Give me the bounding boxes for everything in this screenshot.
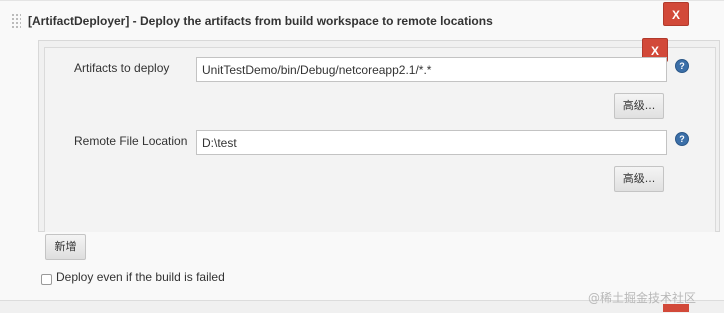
remote-file-location-input[interactable] bbox=[196, 130, 667, 155]
add-button[interactable]: 新增 bbox=[45, 234, 86, 260]
artifacts-to-deploy-label: Artifacts to deploy bbox=[74, 61, 170, 75]
advanced-button[interactable]: 高级... bbox=[614, 93, 664, 119]
remote-file-location-label: Remote File Location bbox=[74, 134, 188, 148]
deploy-on-failure-checkbox[interactable] bbox=[41, 274, 52, 285]
watermark-text: @稀土掘金技术社区 bbox=[588, 291, 697, 305]
help-icon[interactable]: ? bbox=[675, 59, 689, 73]
drag-handle-icon[interactable] bbox=[11, 13, 21, 29]
advanced-button[interactable]: 高级... bbox=[614, 166, 664, 192]
deploy-on-failure-label: Deploy even if the build is failed bbox=[56, 270, 225, 284]
artifact-deployer-section: [ArtifactDeployer] - Deploy the artifact… bbox=[0, 0, 724, 313]
delete-builder-button[interactable]: X bbox=[663, 2, 689, 26]
artifacts-to-deploy-input[interactable] bbox=[196, 57, 667, 82]
section-title: [ArtifactDeployer] - Deploy the artifact… bbox=[28, 14, 493, 28]
help-icon[interactable]: ? bbox=[675, 132, 689, 146]
